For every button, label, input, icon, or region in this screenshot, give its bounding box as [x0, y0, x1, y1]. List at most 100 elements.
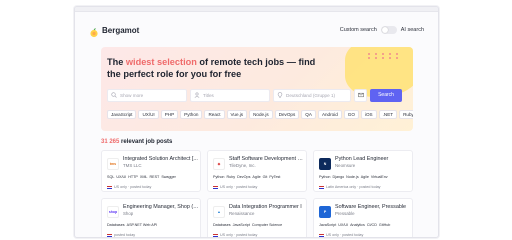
tech-tag[interactable]: QA	[301, 110, 316, 119]
job-skill-list: Databases ASP.NET Web API	[107, 223, 197, 227]
bergamot-logo-icon[interactable]	[89, 25, 99, 38]
location-pin-icon	[277, 92, 283, 98]
tech-tag-list: JavaScript UX/UI PHP Python React Vue.js Node.…	[107, 110, 413, 119]
job-title[interactable]: Engineering Manager, Shop (R...	[123, 204, 199, 210]
flag-icon	[319, 233, 324, 237]
job-skill-tag: UX/UI	[116, 175, 127, 179]
decorative-dots	[368, 53, 401, 59]
search-icon	[111, 92, 117, 98]
job-card[interactable]: N Python Lead Engineer Neomsure Python Djang…	[313, 150, 413, 192]
job-skill-tag: UX/UI	[338, 223, 349, 227]
search-bar: Show more Titles Deutschland (Gruppe 1) …	[107, 88, 407, 102]
job-skill-tag: Agile	[360, 175, 369, 179]
tech-tag[interactable]: .NET	[378, 110, 398, 119]
top-bar: Bergamot Custom search AI search	[89, 23, 424, 38]
mail-icon	[357, 92, 364, 98]
job-meta-text: US only · posted today	[220, 233, 258, 237]
job-skill-tag: DevOps	[237, 175, 251, 179]
job-skill-tag: JavaScript	[319, 223, 337, 227]
job-skill-tag: PyTest	[269, 175, 281, 179]
ai-search-label[interactable]: AI search	[401, 27, 424, 33]
job-card[interactable]: tms Integrated Solution Architect [... TMS…	[101, 150, 201, 192]
job-skill-tag: Git	[262, 175, 268, 179]
job-meta: posted today	[107, 233, 135, 237]
tech-tag[interactable]: Vue.js	[226, 110, 248, 119]
tech-tag[interactable]: Ruby	[399, 110, 413, 119]
hero-title: The widest selection of remote tech jobs…	[107, 57, 316, 79]
job-meta-text: posted today	[114, 233, 136, 237]
job-skill-tag: JavaScript	[232, 223, 250, 227]
custom-search-label[interactable]: Custom search	[340, 27, 377, 33]
flag-icon	[213, 185, 218, 189]
job-card[interactable]: shop Engineering Manager, Shop (R... Shop D…	[101, 198, 201, 237]
hero-banner: The widest selection of remote tech jobs…	[101, 47, 413, 131]
job-title[interactable]: Python Lead Engineer	[335, 156, 411, 162]
company-logo: tms	[107, 158, 119, 170]
job-skill-list: Python Ruby DevOps Agile Git PyTest	[213, 175, 303, 179]
tech-tag[interactable]: React	[204, 110, 225, 119]
job-skill-tag: Node.js	[346, 175, 359, 179]
job-meta-text: US only · posted today	[220, 185, 258, 189]
job-skill-tag: REST	[149, 175, 160, 179]
company-name: Shop	[123, 211, 134, 216]
job-skill-list: JavaScript UX/UI Analytics CI/CD GitHub	[319, 223, 409, 227]
job-skill-tag: VirtualEnv	[370, 175, 388, 179]
job-skill-tag: HTTP	[128, 175, 138, 179]
job-meta: US only · posted today	[107, 185, 151, 189]
tech-tag[interactable]: DevOps	[274, 110, 300, 119]
person-icon	[194, 92, 200, 98]
job-skill-tag: Ruby	[226, 175, 236, 179]
job-meta-text: US only · posted today	[326, 233, 364, 237]
tech-tag[interactable]: GO	[343, 110, 359, 119]
search-button[interactable]: Search	[370, 88, 402, 102]
tech-tag[interactable]: Android	[317, 110, 342, 119]
job-skill-tag: Python	[319, 175, 331, 179]
company-name: Renaissance	[229, 211, 255, 216]
job-skill-tag: Swagger	[161, 175, 176, 179]
company-logo: N	[319, 158, 331, 170]
job-skill-list: Python Django Node.js Agile VirtualEnv	[319, 175, 409, 179]
job-skill-tag: ASP.NET Web API	[126, 223, 158, 227]
tech-tag[interactable]: JavaScript	[107, 110, 137, 119]
job-title[interactable]: Data Integration Programmer I	[229, 204, 305, 210]
search-mode-toggle[interactable]	[380, 26, 397, 34]
job-title[interactable]: Staff Software Development E...	[229, 156, 305, 162]
job-skill-tag: CI/CD	[366, 223, 377, 227]
job-title[interactable]: Software Engineer, Pressable	[335, 204, 411, 210]
job-meta: US only · posted today	[319, 233, 363, 237]
job-skill-tag: GitHub	[378, 223, 391, 227]
job-skill-tag: Computer Science	[251, 223, 283, 227]
title-input[interactable]: Titles	[190, 88, 270, 102]
tech-tag[interactable]: PHP	[160, 110, 179, 119]
keywords-input[interactable]: Show more	[107, 88, 187, 102]
tech-tag[interactable]: Node.js	[249, 110, 273, 119]
job-skill-tag: Analytics	[350, 223, 365, 227]
job-meta: US only · posted today	[213, 233, 257, 237]
tech-tag[interactable]: iOS	[360, 110, 377, 119]
company-name: Neomsure	[335, 163, 356, 168]
flag-icon	[107, 185, 112, 189]
job-card[interactable]: ▲ Data Integration Programmer I Renaissanc…	[207, 198, 307, 237]
job-skill-tag: SQL	[107, 175, 115, 179]
tech-tag[interactable]: UX/UI	[138, 110, 159, 119]
tech-tag[interactable]: Python	[180, 110, 203, 119]
job-card[interactable]: ◆ Staff Software Development E... TileDyne…	[207, 150, 307, 192]
job-skill-tag: Databases	[107, 223, 125, 227]
company-logo: ◆	[213, 158, 225, 170]
job-skill-tag: Databases	[213, 223, 231, 227]
location-input[interactable]: Deutschland (Gruppe 1)	[273, 88, 351, 102]
hero-title-accent: widest selection	[125, 57, 197, 67]
job-skill-list: Databases JavaScript Computer Science	[213, 223, 303, 227]
results-count: 31 265 relevant job posts	[101, 139, 173, 145]
company-logo: P	[319, 206, 331, 218]
job-skill-tag: XML	[139, 175, 148, 179]
company-name: Pressable	[335, 211, 355, 216]
job-card[interactable]: P Software Engineer, Pressable Pressable Ja…	[313, 198, 413, 237]
company-logo: shop	[107, 206, 119, 218]
brand-name[interactable]: Bergamot	[102, 26, 139, 35]
job-meta-text: US only · posted today	[114, 185, 152, 189]
job-skill-tag: Python	[213, 175, 225, 179]
job-title[interactable]: Integrated Solution Architect [...	[123, 156, 199, 162]
email-alert-button[interactable]	[354, 88, 367, 102]
company-name: TileDyne, Inc.	[229, 163, 256, 168]
